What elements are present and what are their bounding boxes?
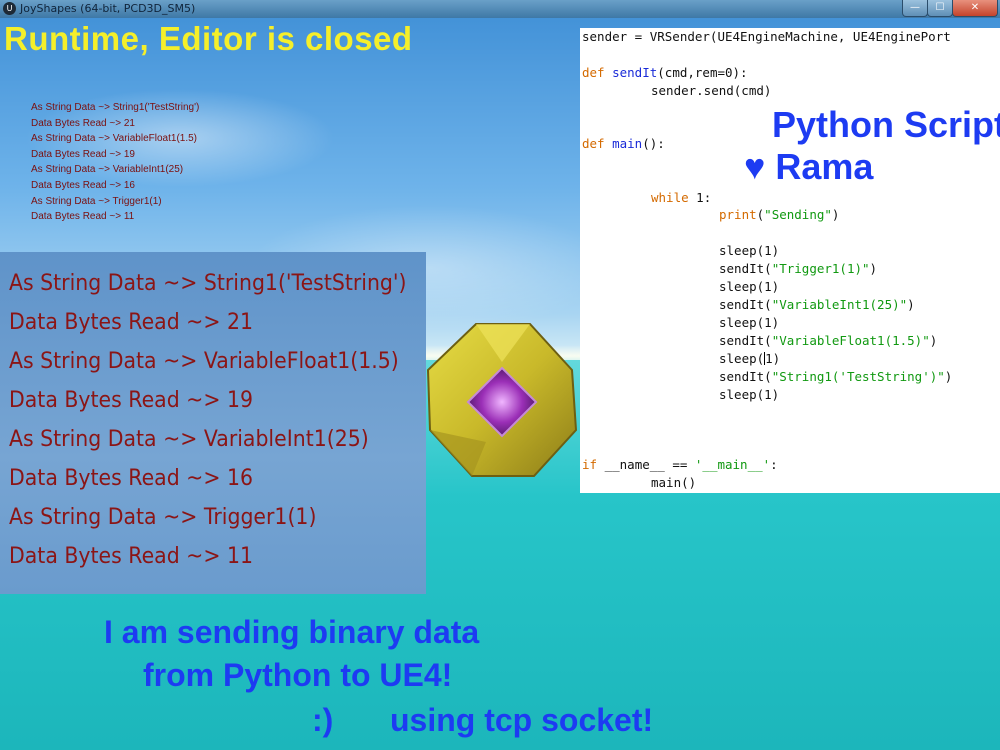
code-string: "Sending"	[764, 207, 832, 222]
headline-text: Runtime, Editor is closed	[4, 20, 413, 57]
tcp-caption: using tcp socket!	[390, 702, 654, 738]
code-text: sleep(1)	[719, 243, 780, 258]
code-text: (cmd,rem=0):	[657, 65, 748, 80]
log-line: As String Data ~> String1('TestString')	[9, 271, 407, 296]
code-line: sendIt("String1('TestString')")	[719, 369, 953, 384]
code-text: sleep(1)	[719, 279, 780, 294]
code-text: sendIt	[719, 261, 765, 276]
window-title: JoyShapes (64-bit, PCD3D_SM5)	[20, 2, 196, 15]
yellow-gem-object	[426, 323, 578, 477]
code-line: sendIt("Trigger1(1)")	[719, 261, 878, 276]
code-keyword: def	[582, 136, 605, 151]
python-script-caption: Python Script!	[772, 104, 1000, 145]
log-line: Data Bytes Read ~> 21	[31, 117, 135, 129]
maximize-button[interactable]: ☐	[927, 0, 953, 17]
code-text: __name__ ==	[597, 457, 695, 472]
code-line: sleep(1)	[719, 351, 780, 367]
code-text: sendIt	[719, 369, 765, 384]
code-text: sleep(1)	[719, 387, 780, 402]
log-line: As String Data ~> VariableInt1(25)	[9, 427, 369, 452]
close-icon: ✕	[970, 2, 980, 13]
code-string: '__main__'	[694, 457, 771, 472]
code-string: "Trigger1(1)"	[771, 261, 870, 276]
enlarged-debug-log: As String Data ~> String1('TestString') …	[9, 264, 407, 576]
code-function: main	[612, 136, 643, 151]
log-line: As String Data ~> VariableFloat1(1.5)	[9, 349, 399, 374]
code-line: sleep(1)	[719, 387, 779, 403]
python-code-editor[interactable]: sender = VRSender(UE4EngineMachine, UE4E…	[580, 28, 1000, 493]
code-builtin: print	[719, 207, 757, 222]
code-text: main()	[651, 475, 697, 490]
unreal-engine-icon: U	[3, 2, 16, 15]
code-text: sender = VRSender(UE4EngineMachine, UE4E…	[582, 29, 951, 44]
code-line: print("Sending")	[719, 207, 840, 222]
log-line: As String Data ~> VariableInt1(25)	[31, 164, 184, 176]
code-text: sleep(	[719, 351, 765, 366]
code-line: main()	[651, 475, 696, 491]
code-string: "VariableFloat1(1.5)"	[771, 333, 930, 348]
code-keyword: while	[651, 190, 689, 205]
code-line: while 1:	[651, 190, 711, 206]
minimize-button[interactable]: —	[902, 0, 928, 17]
log-line: Data Bytes Read ~> 21	[9, 310, 254, 335]
author-caption: ♥ Rama	[744, 146, 874, 187]
code-line: sendIt("VariableInt1(25)")	[719, 297, 915, 312]
log-line: Data Bytes Read ~> 19	[31, 148, 135, 160]
code-text: sendIt	[719, 297, 765, 312]
log-line: Data Bytes Read ~> 19	[9, 388, 254, 413]
code-keyword: def	[582, 65, 605, 80]
code-text: sleep(1)	[719, 315, 780, 330]
code-line: sleep(1)	[719, 315, 779, 331]
code-function: sendIt	[612, 65, 658, 80]
code-text: :	[770, 457, 778, 472]
log-line: As String Data ~> Trigger1(1)	[31, 195, 162, 207]
code-string: "VariableInt1(25)"	[771, 297, 908, 312]
code-line: sender = VRSender(UE4EngineMachine, UE4E…	[582, 29, 951, 45]
code-text: 1:	[688, 190, 712, 205]
code-text: ():	[642, 136, 665, 151]
minimize-icon: —	[910, 2, 920, 13]
window-title-bar[interactable]: U JoyShapes (64-bit, PCD3D_SM5) — ☐ ✕	[0, 0, 1000, 18]
log-line: As String Data ~> String1('TestString')	[31, 102, 200, 113]
log-line: As String Data ~> Trigger1(1)	[9, 505, 317, 530]
close-button[interactable]: ✕	[952, 0, 998, 17]
log-line: Data Bytes Read ~> 16	[31, 179, 135, 191]
maximize-icon: ☐	[935, 2, 945, 13]
code-text: 1)	[765, 351, 781, 366]
code-text: sendIt	[719, 333, 765, 348]
log-line: Data Bytes Read ~> 16	[9, 466, 254, 491]
log-line: Data Bytes Read ~> 11	[31, 211, 135, 223]
code-line: sleep(1)	[719, 279, 779, 295]
code-line: sender.send(cmd)	[651, 83, 771, 99]
caption-line-1: I am sending binary data	[104, 614, 480, 650]
code-line: def main():	[582, 136, 665, 152]
code-line: if __name__ == '__main__':	[582, 457, 778, 473]
caption-line-2: from Python to UE4!	[143, 657, 453, 693]
code-line: sendIt("VariableFloat1(1.5)")	[719, 333, 938, 348]
smiley-caption: :)	[312, 702, 334, 738]
code-line: def sendIt(cmd,rem=0):	[582, 65, 748, 81]
log-line: Data Bytes Read ~> 11	[9, 544, 254, 569]
code-text: sender.send(cmd)	[651, 83, 772, 98]
small-debug-log: As String Data ~> String1('TestString') …	[31, 100, 199, 225]
code-string: "String1('TestString')"	[771, 369, 945, 384]
log-line: As String Data ~> VariableFloat1(1.5)	[31, 133, 198, 145]
code-line: sleep(1)	[719, 243, 779, 259]
code-keyword: if	[582, 457, 598, 472]
